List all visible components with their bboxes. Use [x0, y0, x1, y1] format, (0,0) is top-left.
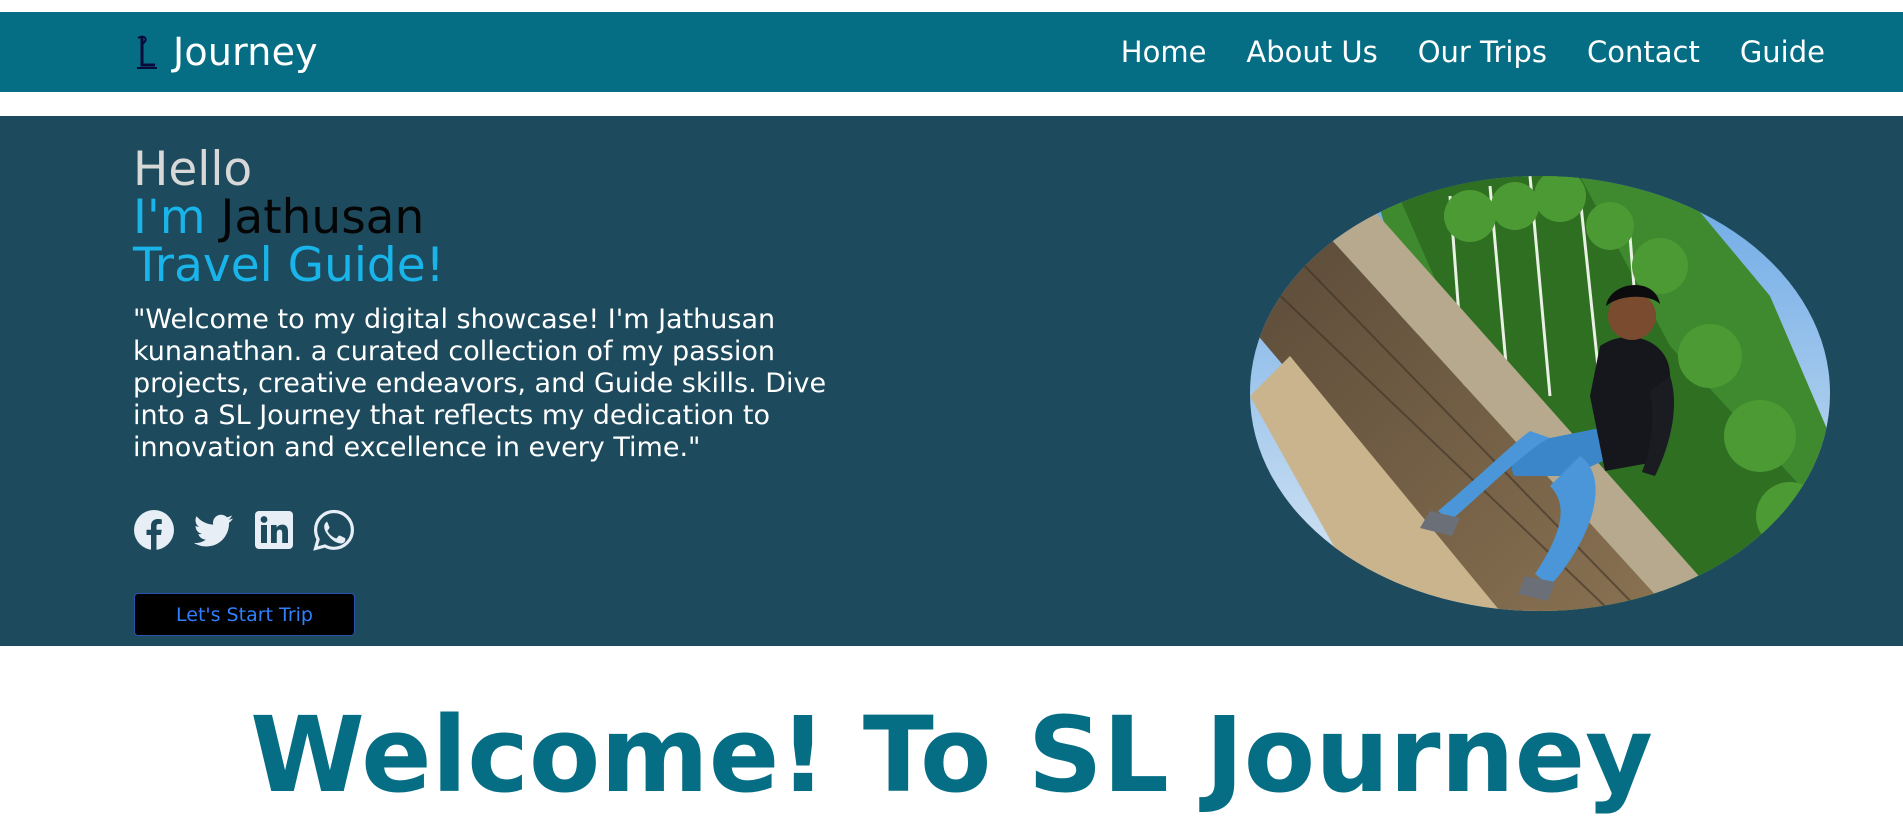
- brand-link[interactable]: Journey: [133, 30, 318, 74]
- hero-text: Hello I'm Jathusan Travel Guide! "Welcom…: [133, 146, 853, 464]
- hero-name-line: I'm Jathusan: [133, 194, 853, 242]
- nav-link-about-us[interactable]: About Us: [1246, 35, 1377, 69]
- hero-im: I'm: [133, 190, 206, 245]
- top-navbar: Journey Home About Us Our Trips Contact …: [0, 12, 1903, 92]
- twitter-icon[interactable]: [193, 509, 235, 551]
- social-links: [133, 509, 355, 551]
- whatsapp-icon[interactable]: [313, 509, 355, 551]
- nav-link-home[interactable]: Home: [1121, 35, 1207, 69]
- sl-logo-icon: [137, 35, 157, 69]
- hero-greeting: Hello: [133, 142, 253, 197]
- hero-intro: "Welcome to my digital showcase! I'm Jat…: [133, 304, 827, 463]
- nav-link-our-trips[interactable]: Our Trips: [1418, 35, 1547, 69]
- profile-photo: [1250, 176, 1830, 611]
- nav-links: Home About Us Our Trips Contact Guide: [1121, 35, 1825, 69]
- brand-name: Journey: [173, 30, 318, 74]
- facebook-icon[interactable]: [133, 509, 175, 551]
- hero-section: Hello I'm Jathusan Travel Guide! "Welcom…: [0, 116, 1903, 646]
- linkedin-icon[interactable]: [253, 509, 295, 551]
- hero-role: Travel Guide!: [133, 238, 445, 293]
- start-trip-button[interactable]: Let's Start Trip: [134, 593, 355, 636]
- welcome-heading: Welcome! To SL Journey: [250, 694, 1653, 816]
- nav-link-guide[interactable]: Guide: [1740, 35, 1825, 69]
- hero-name: Jathusan: [220, 190, 425, 245]
- nav-link-contact[interactable]: Contact: [1587, 35, 1700, 69]
